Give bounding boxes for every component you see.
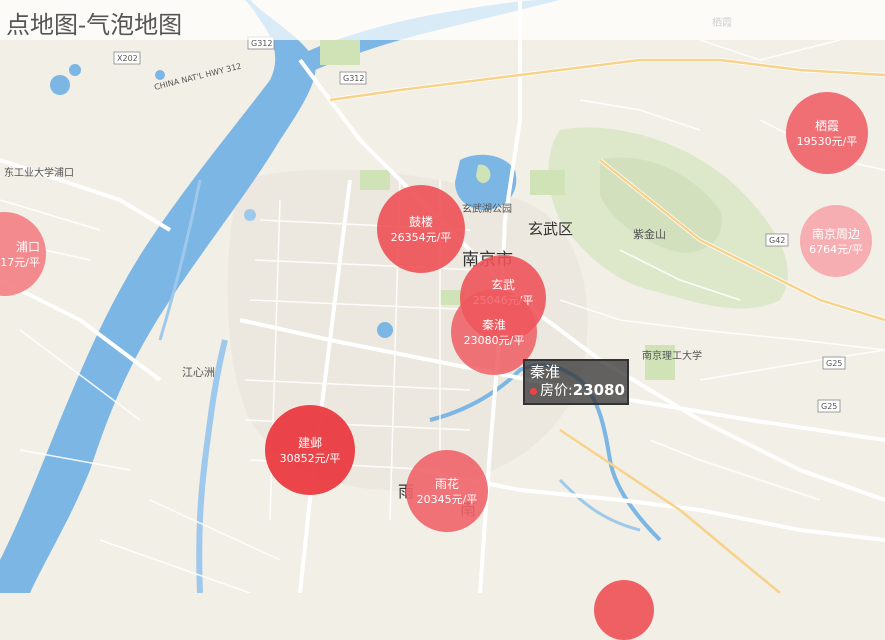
bubble-name: 鼓楼 <box>408 214 433 229</box>
bubble-value: 17元/平 <box>0 255 40 269</box>
tooltip-title: 秦淮 <box>530 363 561 381</box>
bubble-value: 30852元/平 <box>279 451 341 465</box>
map-label-island: 江心洲 <box>182 366 215 379</box>
title-bar: 点地图-气泡地图 <box>0 0 885 40</box>
map-label-district: 玄武区 <box>528 220 574 238</box>
bubble-value: 20345元/平 <box>416 492 478 506</box>
bubble-value: 23080元/平 <box>463 333 525 347</box>
series-dot-icon <box>530 387 537 395</box>
bubble-nanjing-zhoubian[interactable]: 南京周边 6764元/平 <box>800 205 872 277</box>
bubble-name: 建邺 <box>297 435 322 450</box>
bubble-name: 秦淮 <box>481 317 506 332</box>
svg-text:G312: G312 <box>343 74 364 83</box>
bubble-name: 浦口 <box>15 239 40 254</box>
bubble-name: 栖霞 <box>814 118 839 133</box>
bubble-jianye[interactable]: 建邺 30852元/平 <box>265 405 355 495</box>
map-label-campus: 东工业大学浦口 <box>4 168 74 179</box>
bubble-qixia[interactable]: 栖霞 19530元/平 <box>786 92 868 174</box>
bubble-name: 雨花 <box>434 476 459 491</box>
bubble-value: 19530元/平 <box>796 134 858 148</box>
map-label-university: 南京理工大学 <box>642 351 702 362</box>
page-title: 点地图-气泡地图 <box>6 11 183 39</box>
tooltip-label: 房价: <box>540 383 573 399</box>
bubble-name: 南京周边 <box>811 226 860 241</box>
bubble-gulou[interactable]: 鼓楼 26354元/平 <box>377 185 465 273</box>
bubble-value: 26354元/平 <box>390 230 452 244</box>
tooltip-value: 23080 <box>572 381 625 399</box>
svg-text:G25: G25 <box>826 359 842 368</box>
map-label-mountain: 紫金山 <box>633 228 666 241</box>
tooltip-row: 房价:23080 <box>530 381 625 400</box>
tooltip: 秦淮 房价:23080 <box>523 359 629 405</box>
svg-text:X202: X202 <box>117 54 138 63</box>
map-label-park: 玄武湖公园 <box>462 204 512 215</box>
road-label-g312: G312 <box>251 39 272 48</box>
bubble-partial-bottom[interactable] <box>594 580 654 640</box>
svg-text:G25: G25 <box>821 402 837 411</box>
bubble-value: 6764元/平 <box>809 242 863 256</box>
bubble-yuhua[interactable]: 雨花 20345元/平 <box>406 450 488 532</box>
svg-text:G42: G42 <box>769 236 785 245</box>
